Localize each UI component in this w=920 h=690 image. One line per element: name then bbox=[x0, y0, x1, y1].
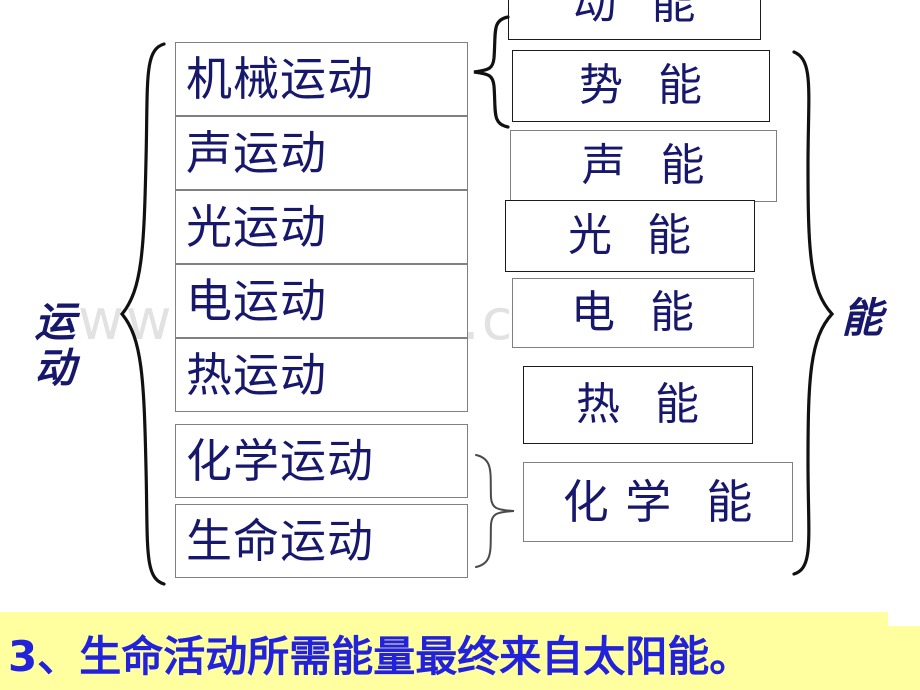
energy-group-label: 能 bbox=[841, 294, 883, 342]
motion-box-light[interactable]: 光运动 bbox=[175, 190, 468, 264]
motion-group-label: 运 动 bbox=[24, 298, 86, 392]
energy-box-thermal[interactable]: 热 能 bbox=[523, 366, 753, 444]
energy-box-label-second: 能 bbox=[647, 210, 692, 261]
mechanical-to-kinetic-potential-brace bbox=[473, 15, 510, 129]
energy-box-sound[interactable]: 声 能 bbox=[510, 130, 777, 202]
energy-box-label-second: 能 bbox=[650, 287, 695, 338]
motion-box-sound[interactable]: 声运动 bbox=[175, 116, 468, 190]
motion-box-label: 声运动 bbox=[186, 126, 327, 180]
energy-box-label-first: 势 bbox=[579, 60, 624, 111]
banner-statement: 3、生命活动所需能量最终来自太阳能。 bbox=[8, 631, 752, 681]
energy-box-label-first: 动 bbox=[572, 0, 618, 29]
energy-box-electric[interactable]: 电 能 bbox=[512, 278, 754, 348]
energy-box-label-first: 光 bbox=[568, 210, 613, 261]
energy-box-label-second: 能 bbox=[706, 475, 754, 529]
motion-group-label-char-2: 动 bbox=[34, 343, 76, 392]
energy-box-label-second: 能 bbox=[651, 0, 697, 29]
motion-group-label-char-1: 运 bbox=[34, 298, 76, 346]
slide-canvas: www.wodocx.com 机械运动 声运动 光运动 电运动 热运动 化学运动… bbox=[0, 0, 920, 690]
energy-box-label-second: 能 bbox=[660, 140, 706, 191]
motion-box-mechanical[interactable]: 机械运动 bbox=[175, 42, 468, 116]
motion-box-electric[interactable]: 电运动 bbox=[175, 264, 468, 338]
motion-box-label: 电运动 bbox=[186, 274, 327, 328]
left-group-brace bbox=[119, 42, 166, 586]
energy-box-label-first: 声 bbox=[581, 140, 627, 191]
energy-box-label-second: 能 bbox=[658, 60, 703, 111]
energy-box-kinetic[interactable]: 动 能 bbox=[508, 0, 761, 40]
energy-box-chemical[interactable]: 化 学 能 bbox=[523, 462, 793, 542]
motion-box-label: 机械运动 bbox=[186, 52, 374, 106]
motion-box-life[interactable]: 生命运动 bbox=[175, 504, 468, 578]
energy-box-label-first: 化 学 bbox=[562, 475, 673, 529]
motion-box-thermal[interactable]: 热运动 bbox=[175, 338, 468, 412]
energy-box-label-first: 热 bbox=[576, 379, 621, 430]
motion-box-label: 光运动 bbox=[186, 200, 327, 254]
energy-box-light[interactable]: 光 能 bbox=[505, 200, 755, 272]
energy-box-potential[interactable]: 势 能 bbox=[512, 50, 770, 122]
energy-box-label-second: 能 bbox=[655, 379, 700, 430]
motion-box-label: 生命运动 bbox=[186, 514, 374, 568]
energy-box-label-first: 电 bbox=[571, 287, 616, 338]
motion-box-label: 化学运动 bbox=[186, 434, 374, 488]
motion-box-chemical[interactable]: 化学运动 bbox=[175, 424, 468, 498]
chemical-life-to-chemical-energy-brace bbox=[475, 454, 515, 568]
motion-box-label: 热运动 bbox=[186, 348, 327, 402]
